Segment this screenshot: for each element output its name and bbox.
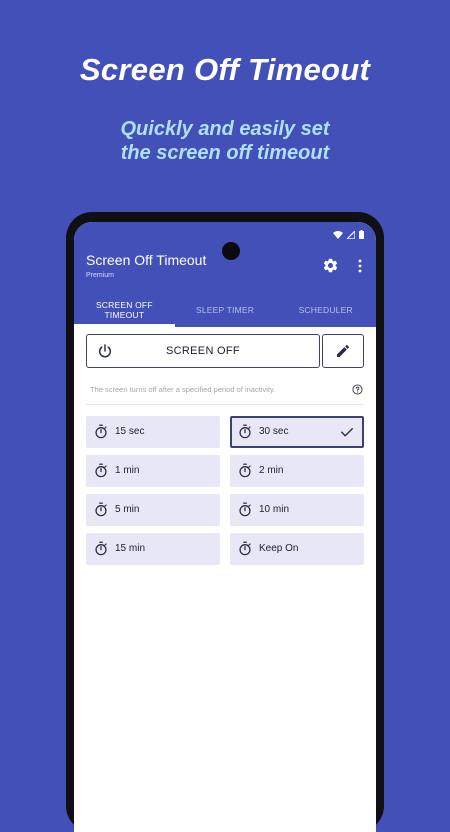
stopwatch-icon <box>95 541 107 556</box>
more-vert-icon[interactable] <box>354 258 366 274</box>
camera-punch-hole <box>222 242 240 260</box>
stopwatch-icon <box>239 463 251 478</box>
option-label: 30 sec <box>259 426 289 437</box>
screen-off-label: SCREEN OFF <box>166 345 240 357</box>
tab-label: SCHEDULER <box>298 304 353 315</box>
tab-bar: SCREEN OFF TIMEOUT SLEEP TIMER SCHEDULER <box>74 292 376 327</box>
signal-icon <box>347 230 355 239</box>
option-label: 15 min <box>115 543 146 554</box>
info-text: The screen turns off after a specified p… <box>90 385 276 394</box>
option-label: 1 min <box>115 465 140 476</box>
stopwatch-icon <box>239 541 251 556</box>
app-title: Screen Off Timeout <box>86 252 207 268</box>
stopwatch-icon <box>95 502 107 517</box>
phone-frame: Screen Off Timeout Premium SCREEN OFF TI… <box>66 212 384 832</box>
promo-subtitle-line-2: the screen off timeout <box>120 142 330 164</box>
wifi-icon <box>333 230 343 239</box>
promo-subtitle: Quickly and easily set the screen off ti… <box>0 117 450 165</box>
timeout-option-15-min[interactable]: 15 min <box>86 533 220 565</box>
timeout-option-5-min[interactable]: 5 min <box>86 494 220 526</box>
option-label: 5 min <box>115 504 140 515</box>
status-bar <box>333 230 364 239</box>
tab-label: SLEEP TIMER <box>195 304 255 315</box>
timeout-option-10-min[interactable]: 10 min <box>230 494 364 526</box>
check-icon <box>341 428 353 437</box>
tab-screen-off-timeout[interactable]: SCREEN OFF TIMEOUT <box>74 292 175 327</box>
option-label: 15 sec <box>115 426 145 437</box>
option-label: 2 min <box>259 465 284 476</box>
help-circle-icon[interactable] <box>352 384 363 395</box>
pencil-icon <box>337 344 350 357</box>
timeout-option-15-sec[interactable]: 15 sec <box>86 416 220 448</box>
stopwatch-icon <box>95 463 107 478</box>
promo-subtitle-line-1: Quickly and easily set <box>120 118 330 140</box>
option-label: 10 min <box>259 504 290 515</box>
screen-off-button[interactable]: SCREEN OFF <box>86 334 320 368</box>
edit-button[interactable] <box>322 334 364 368</box>
timeout-option-1-min[interactable]: 1 min <box>86 455 220 487</box>
timeout-option-30-sec[interactable]: 30 sec <box>230 416 364 448</box>
tab-label: SCREEN OFF TIMEOUT <box>95 299 153 320</box>
phone-screen: Screen Off Timeout Premium SCREEN OFF TI… <box>74 222 376 832</box>
timeout-option-2-min[interactable]: 2 min <box>230 455 364 487</box>
timeout-option-keep-on[interactable]: Keep On <box>230 533 364 565</box>
stopwatch-icon <box>239 424 251 439</box>
app-bar: Screen Off Timeout Premium SCREEN OFF TI… <box>74 222 376 327</box>
app-subtitle: Premium <box>86 272 115 279</box>
battery-icon <box>359 230 364 239</box>
promo-title: Screen Off Timeout <box>79 52 371 87</box>
gear-icon[interactable] <box>322 257 339 274</box>
tab-scheduler[interactable]: SCHEDULER <box>275 292 376 327</box>
divider <box>86 404 364 405</box>
stopwatch-icon <box>239 502 251 517</box>
stopwatch-icon <box>95 424 107 439</box>
option-label: Keep On <box>259 543 299 554</box>
tab-sleep-timer[interactable]: SLEEP TIMER <box>175 292 276 327</box>
